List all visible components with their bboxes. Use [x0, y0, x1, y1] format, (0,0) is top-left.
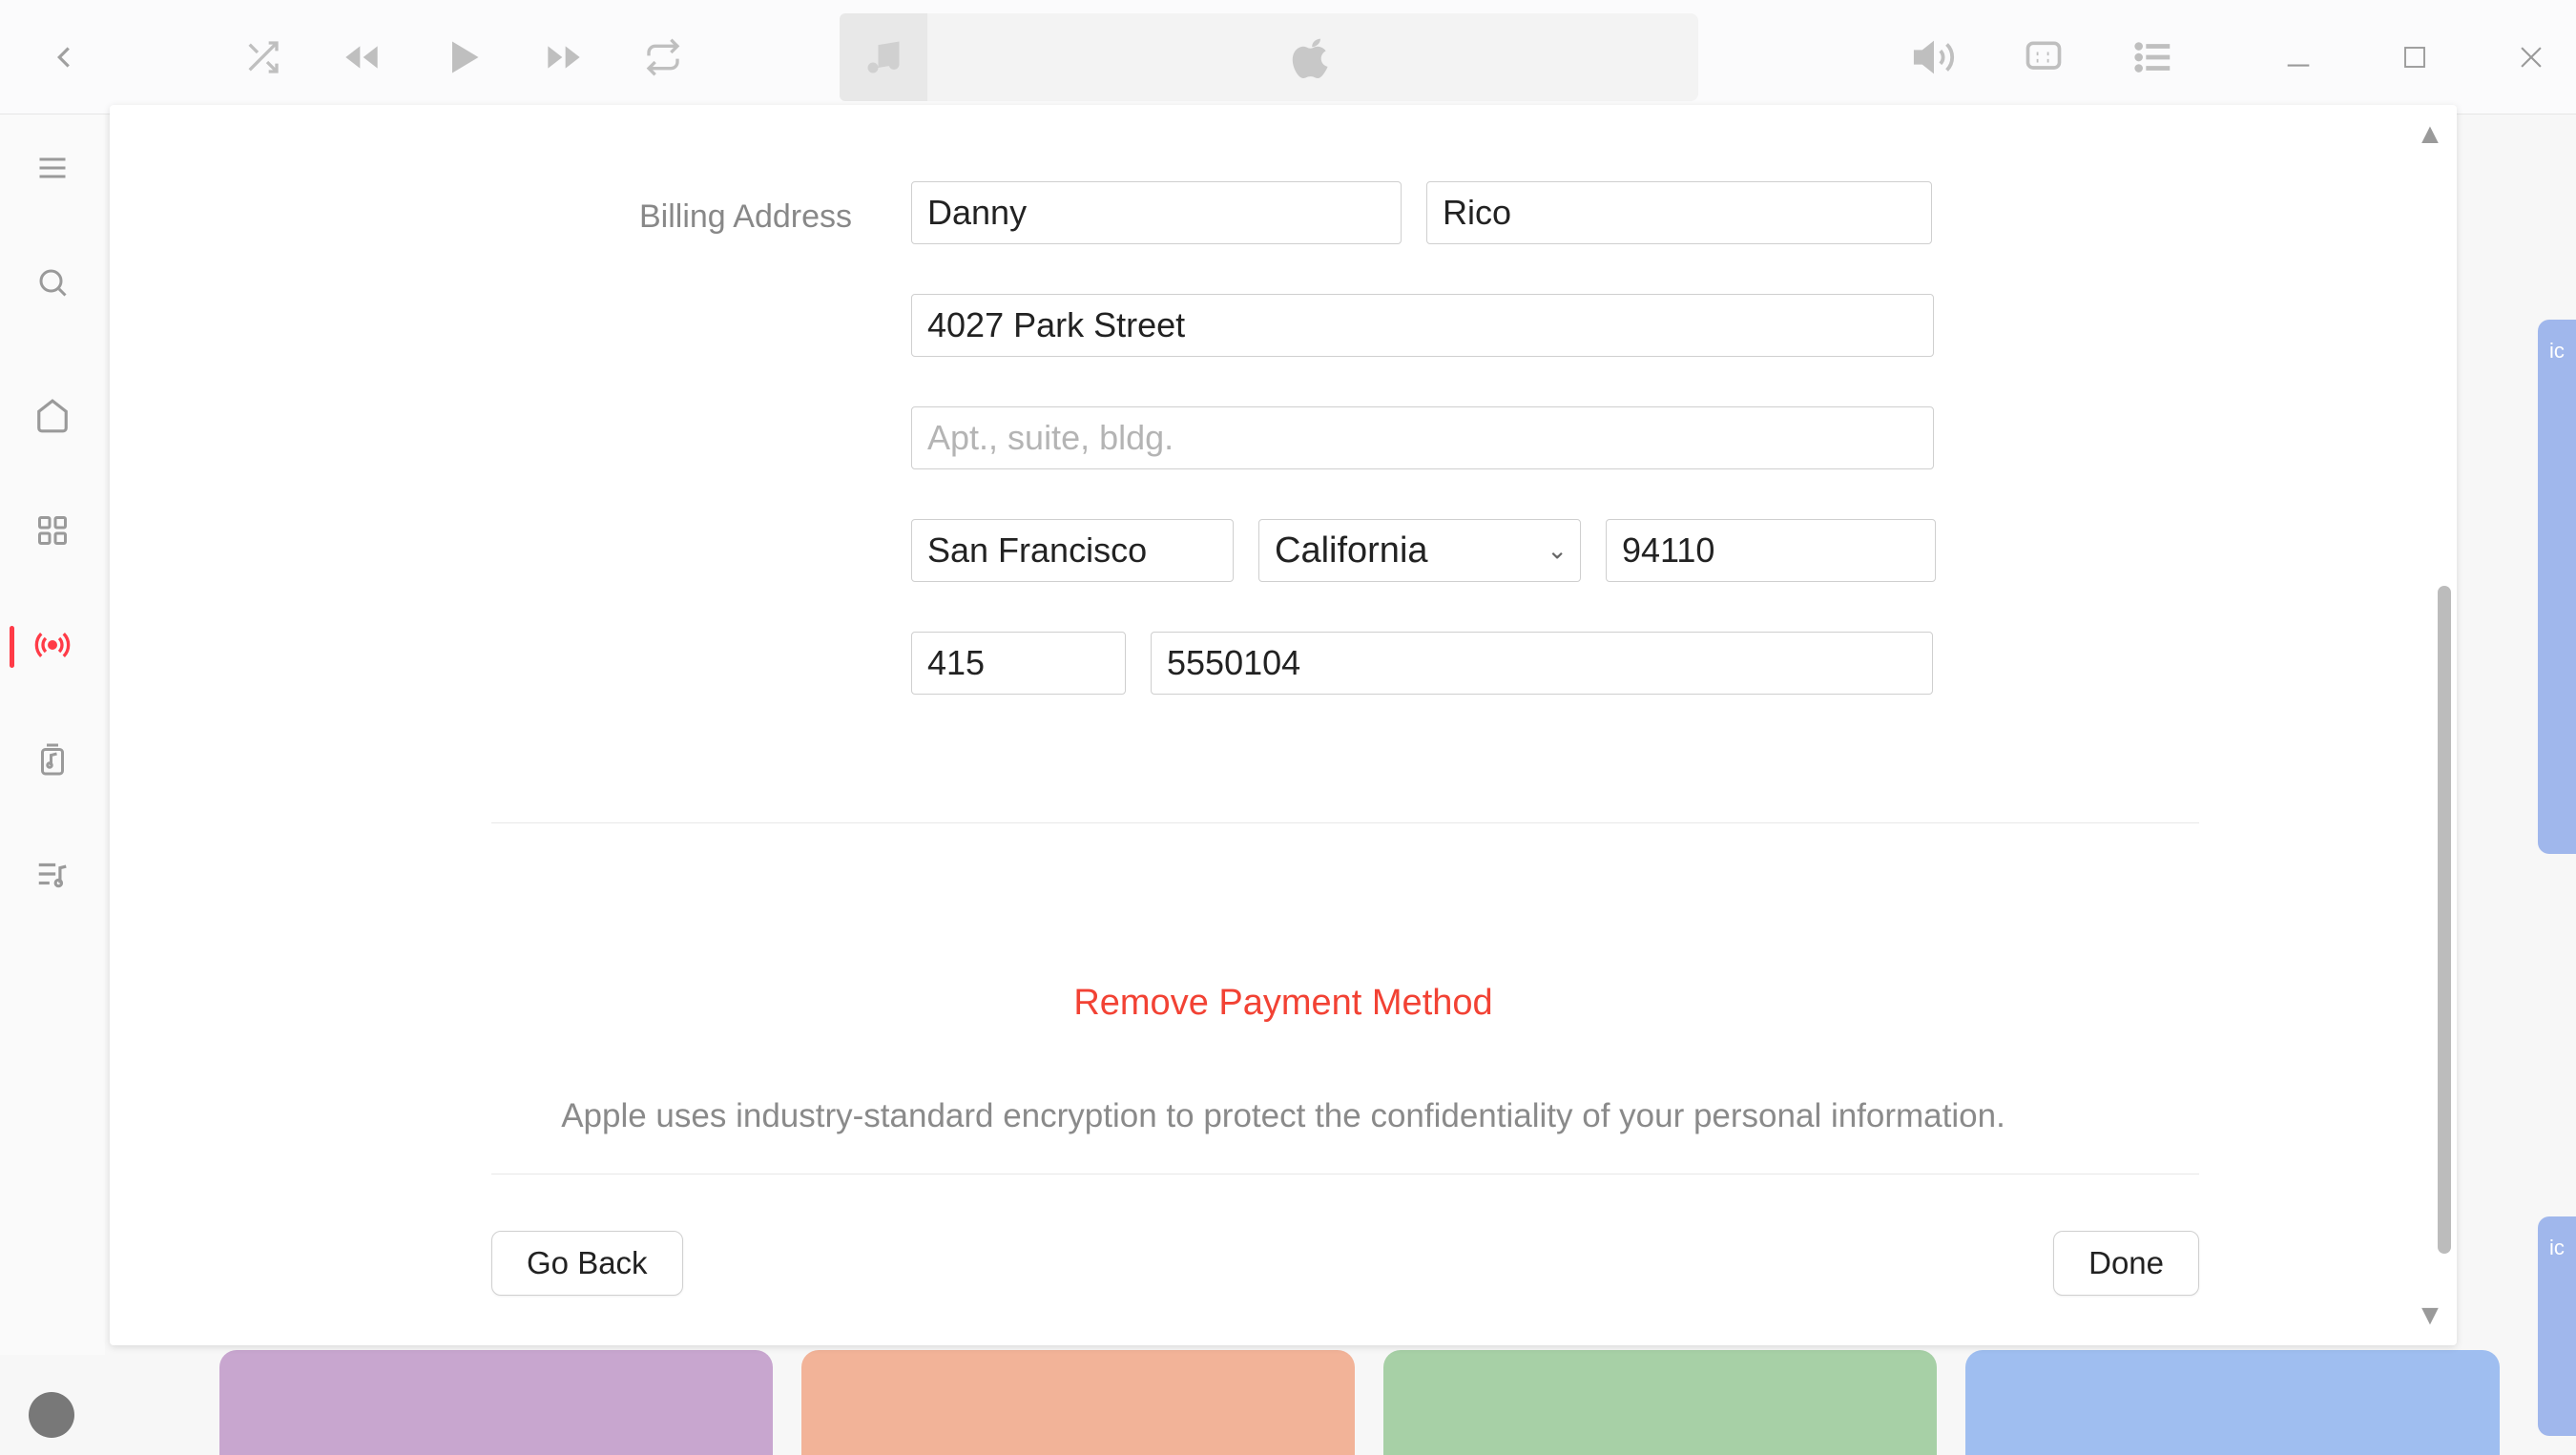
city-input[interactable] [911, 519, 1234, 582]
privacy-text: Apple uses industry-standard encryption … [434, 1097, 2132, 1135]
phone-area-input[interactable] [911, 632, 1126, 695]
billing-address-label: Billing Address [639, 198, 852, 236]
side-peek: ic [2538, 1216, 2576, 1436]
scroll-thumb[interactable] [2438, 586, 2451, 1254]
side-peek: ic [2538, 320, 2576, 854]
go-back-button[interactable]: Go Back [491, 1231, 683, 1296]
now-playing-bar [840, 13, 1698, 101]
scroll-up-icon[interactable]: ▲ [2416, 118, 2444, 151]
repeat-icon[interactable] [644, 38, 682, 76]
state-select[interactable]: California [1258, 519, 1581, 582]
app-topbar [0, 0, 2576, 114]
lyrics-icon[interactable] [2023, 36, 2065, 78]
home-icon[interactable] [24, 387, 81, 445]
queue-list-icon[interactable] [2131, 35, 2175, 79]
topbar-right-controls [1912, 0, 2175, 114]
bg-tile [801, 1350, 1355, 1455]
fast-forward-icon[interactable] [541, 38, 587, 76]
maximize-icon[interactable] [2400, 43, 2429, 72]
library-icon[interactable] [24, 731, 81, 788]
album-art-placeholder [840, 13, 927, 101]
shuffle-icon[interactable] [243, 38, 281, 76]
apt-suite-input[interactable] [911, 406, 1934, 469]
first-name-input[interactable] [911, 181, 1402, 244]
browse-icon[interactable] [24, 502, 81, 559]
account-avatar[interactable] [29, 1392, 74, 1438]
play-icon[interactable] [442, 36, 484, 78]
remove-payment-link[interactable]: Remove Payment Method [1073, 983, 1492, 1023]
menu-icon[interactable] [24, 139, 81, 197]
bg-tile [219, 1350, 773, 1455]
transport-controls [243, 0, 682, 114]
bg-tile [1965, 1350, 2500, 1455]
close-icon[interactable] [2515, 41, 2547, 73]
bg-tile [1383, 1350, 1937, 1455]
volume-icon[interactable] [1912, 35, 1956, 79]
apple-logo-icon [927, 36, 1698, 78]
zip-input[interactable] [1606, 519, 1936, 582]
account-modal: ▲ ▼ Billing Address [110, 105, 2457, 1345]
last-name-input[interactable] [1426, 181, 1932, 244]
window-controls [2282, 0, 2547, 114]
left-sidebar [0, 114, 105, 1355]
phone-number-input[interactable] [1151, 632, 1933, 695]
street-address-input[interactable] [911, 294, 1934, 357]
back-arrow-icon[interactable] [46, 39, 82, 75]
rewind-icon[interactable] [339, 38, 384, 76]
playlist-icon[interactable] [24, 845, 81, 903]
modal-scrollbar[interactable]: ▲ ▼ [2409, 118, 2451, 1332]
search-icon[interactable] [24, 254, 81, 311]
radio-icon[interactable] [24, 616, 81, 674]
minimize-icon[interactable] [2282, 41, 2315, 73]
divider [491, 822, 2199, 823]
done-button[interactable]: Done [2053, 1231, 2199, 1296]
scroll-down-icon[interactable]: ▼ [2416, 1299, 2444, 1332]
